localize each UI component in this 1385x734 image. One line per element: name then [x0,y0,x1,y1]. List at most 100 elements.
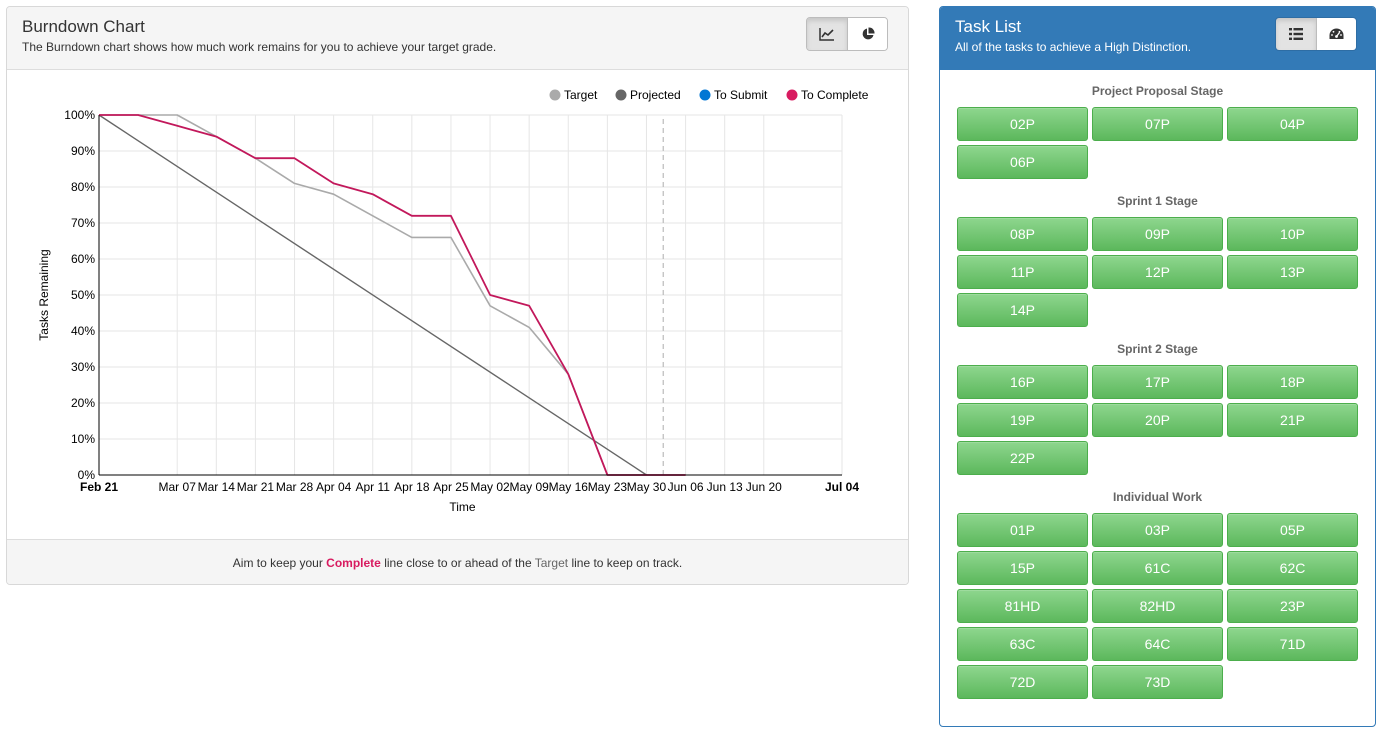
legend-item: To Complete [786,88,869,102]
x-tick-label: Jun 13 [707,480,743,494]
stage-title: Sprint 1 Stage [1117,194,1198,208]
footer-text-prefix: Aim to keep your [232,556,327,570]
legend-label: Projected [630,88,681,102]
task-stage: Sprint 1 Stage 08P 09P 10P 11P 12P 13P 14P [957,191,1358,327]
y-tick-label: 100% [64,108,95,122]
task-button[interactable]: 61C [1092,551,1223,585]
y-tick-label: 60% [71,252,95,266]
task-grid: 01P 03P 05P 15P 61C 62C 81HD 82HD 23P 63C 64C 71D 72… [957,513,1358,699]
chart-view-toggle [806,17,888,51]
y-tick-label: 40% [71,324,95,338]
task-list-header: Task List All of the tasks to achieve a … [940,7,1375,70]
task-button[interactable]: 62C [1227,551,1358,585]
task-button[interactable]: 23P [1227,589,1358,623]
task-button[interactable]: 64C [1092,627,1223,661]
task-button[interactable]: 19P [957,403,1088,437]
y-tick-label: 70% [71,216,95,230]
x-tick-label: Mar 28 [276,480,314,494]
burndown-title: Burndown Chart [22,17,145,36]
y-tick-label: 50% [71,288,95,302]
task-button[interactable]: 01P [957,513,1088,547]
list-view-button[interactable] [1276,18,1316,50]
footer-text-middle: line close to or ahead of the [380,556,535,570]
task-button[interactable]: 16P [957,365,1088,399]
task-button[interactable]: 21P [1227,403,1358,437]
line-chart-icon [819,28,834,41]
x-tick-label: Apr 18 [394,480,430,494]
task-button[interactable]: 13P [1227,255,1358,289]
dashboard-icon [1329,28,1344,39]
task-button[interactable]: 72D [957,665,1088,699]
y-tick-label: 80% [71,180,95,194]
task-button[interactable]: 05P [1227,513,1358,547]
legend-dot [615,89,627,101]
y-axis-title: Tasks Remaining [37,249,51,340]
y-tick-label: 20% [71,396,95,410]
stage-title: Project Proposal Stage [1091,84,1224,98]
x-tick-label: May 09 [509,480,549,494]
dashboard-view-button[interactable] [1316,18,1356,50]
line-chart-view-button[interactable] [807,18,847,50]
task-grid: 02P 07P 04P 06P [957,107,1358,179]
x-axis-title: Time [449,500,476,514]
task-button[interactable]: 02P [957,107,1088,141]
stage-title: Sprint 2 Stage [1117,342,1198,356]
task-button[interactable]: 07P [1092,107,1223,141]
task-button[interactable]: 63C [957,627,1088,661]
x-tick-label: Apr 04 [316,480,352,494]
legend-dot [699,89,711,101]
task-button[interactable]: 82HD [1092,589,1223,623]
x-tick-label: Apr 11 [356,480,391,494]
task-button[interactable]: 10P [1227,217,1358,251]
task-button[interactable]: 22P [957,441,1088,475]
x-tick-label: Feb 21 [80,480,118,494]
task-button[interactable]: 71D [1227,627,1358,661]
legend-label: Target [564,88,598,102]
x-tick-label: Apr 25 [433,480,469,494]
y-tick-label: 30% [71,360,95,374]
legend-item: Projected [615,88,681,102]
legend-label: To Submit [714,88,768,102]
burndown-footer: Aim to keep your Complete line close to … [7,539,908,584]
task-list-panel: Task List All of the tasks to achieve a … [939,6,1376,727]
task-button[interactable]: 08P [957,217,1088,251]
x-tick-label: Mar 07 [159,480,197,494]
pie-chart-icon [862,27,875,40]
task-button[interactable]: 73D [1092,665,1223,699]
task-button[interactable]: 17P [1092,365,1223,399]
task-button[interactable]: 09P [1092,217,1223,251]
burndown-panel: Burndown Chart The Burndown chart shows … [6,6,909,585]
footer-text-suffix: line to keep on track. [568,556,683,570]
task-button[interactable]: 12P [1092,255,1223,289]
legend-item: To Submit [699,88,768,102]
burndown-subtitle: The Burndown chart shows how much work r… [22,40,497,54]
x-tick-label: Mar 14 [198,480,236,494]
stage-title: Individual Work [1112,490,1203,504]
footer-complete-word: Complete [326,556,381,570]
task-list-subtitle: All of the tasks to achieve a High Disti… [955,40,1192,54]
task-view-toggle [1275,17,1357,51]
pie-chart-view-button[interactable] [847,18,887,50]
legend-label: To Complete [801,88,869,102]
x-tick-label: Jun 06 [668,480,704,494]
task-button[interactable]: 06P [957,145,1088,179]
task-button[interactable]: 11P [957,255,1088,289]
burndown-chart: 0%10%20%30%40%50%60%70%80%90%100%Feb 21 M… [37,88,869,514]
task-button[interactable]: 18P [1227,365,1358,399]
y-tick-label: 90% [71,144,95,158]
task-button[interactable]: 81HD [957,589,1088,623]
x-tick-label: Mar 21 [237,480,275,494]
task-button[interactable]: 14P [957,293,1088,327]
x-tick-label: Jun 20 [746,480,782,494]
task-button[interactable]: 03P [1092,513,1223,547]
list-icon [1289,28,1303,40]
burndown-header: Burndown Chart The Burndown chart shows … [7,7,908,70]
task-button[interactable]: 20P [1092,403,1223,437]
task-button[interactable]: 15P [957,551,1088,585]
burndown-chart-area: 0% 10% 20% 30% 40% 50% 60% 70% 80% 90% 100% Feb 21 M… [7,71,908,539]
task-stage: Project Proposal Stage 02P 07P 04P 06P [957,81,1358,179]
task-button[interactable]: 04P [1227,107,1358,141]
task-list-title: Task List [955,17,1022,36]
x-tick-label: Jul 04 [825,480,859,494]
x-tick-label: May 02 [470,480,510,494]
